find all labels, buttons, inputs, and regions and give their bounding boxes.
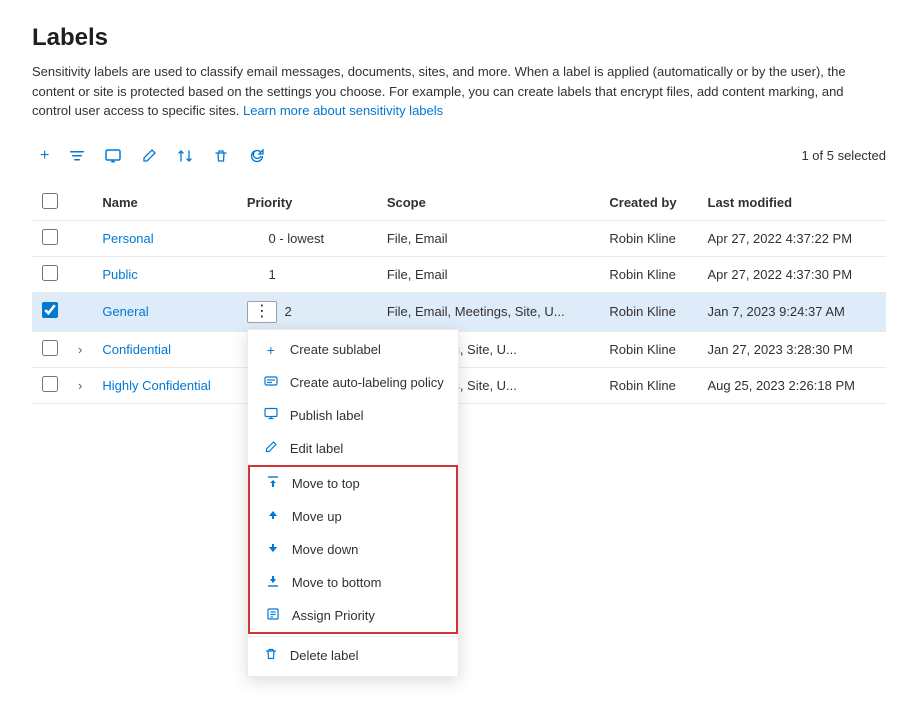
menu-label: Assign Priority: [292, 608, 375, 623]
monitor-icon: [262, 407, 280, 424]
last-modified-value: Apr 27, 2022 4:37:30 PM: [698, 256, 886, 292]
move-down-item[interactable]: Move down: [250, 533, 456, 566]
row-checkbox[interactable]: [42, 265, 58, 281]
create-sublabel-item[interactable]: + Create sublabel: [248, 334, 458, 366]
menu-label: Move up: [292, 509, 342, 524]
table-row: Public 1 File, Email Robin Kline Apr 27,…: [32, 256, 886, 292]
last-modified-value: Apr 27, 2022 4:37:22 PM: [698, 220, 886, 256]
learn-more-link[interactable]: Learn more about sensitivity labels: [243, 103, 443, 118]
labels-table: Name Priority Scope Created by Last modi…: [32, 185, 886, 404]
menu-label: Edit label: [290, 441, 343, 456]
label-name-link[interactable]: Highly Confidential: [102, 378, 210, 393]
header-created-by: Created by: [599, 185, 697, 221]
menu-label: Publish label: [290, 408, 364, 423]
label-name-link[interactable]: Personal: [102, 231, 153, 246]
last-modified-value: Jan 7, 2023 9:24:37 AM: [698, 292, 886, 331]
assign-priority-icon: [264, 607, 282, 624]
table-row: General ⋮ + Create sublabel: [32, 292, 886, 331]
context-menu-wrapper: ⋮ + Create sublabel Create auto-labeling: [247, 301, 277, 323]
header-last-modified: Last modified: [698, 185, 886, 221]
menu-label: Create sublabel: [290, 342, 381, 357]
create-auto-labeling-item[interactable]: Create auto-labeling policy: [248, 366, 458, 399]
edit-icon: [262, 440, 280, 457]
header-name: Name: [92, 185, 237, 221]
monitor-button[interactable]: [97, 142, 129, 170]
priority-value: 2: [284, 304, 291, 319]
move-bottom-icon: [264, 574, 282, 591]
row-context-menu-button[interactable]: ⋮: [247, 301, 277, 323]
row-checkbox[interactable]: [42, 376, 58, 392]
edit-label-item[interactable]: Edit label: [248, 432, 458, 465]
delete-button[interactable]: [205, 142, 237, 170]
last-modified-value: Jan 27, 2023 3:28:30 PM: [698, 331, 886, 367]
scope-value: File, Email: [377, 256, 600, 292]
scope-value: File, Email: [377, 220, 600, 256]
label-name-link[interactable]: Public: [102, 267, 137, 282]
header-expand: [68, 185, 92, 221]
row-checkbox[interactable]: [42, 302, 58, 318]
scope-value: File, Email, Meetings, Site, U...: [377, 292, 600, 331]
refresh-button[interactable]: [241, 142, 273, 170]
assign-priority-item[interactable]: Assign Priority: [250, 599, 456, 632]
page-title: Labels: [32, 24, 886, 52]
row-checkbox[interactable]: [42, 340, 58, 356]
delete-icon: [262, 647, 280, 664]
priority-value: 1: [268, 267, 275, 282]
menu-label: Move to bottom: [292, 575, 382, 590]
move-top-icon: [264, 475, 282, 492]
auto-label-icon: [262, 374, 280, 391]
table-header: Name Priority Scope Created by Last modi…: [32, 185, 886, 221]
toolbar: + 1 of 5 selected: [32, 137, 886, 175]
select-all-header: [32, 185, 68, 221]
created-by-value: Robin Kline: [599, 256, 697, 292]
menu-label: Move to top: [292, 476, 360, 491]
table-row: › Confidential ail, Meetings, Site, U...…: [32, 331, 886, 367]
publish-label-item[interactable]: Publish label: [248, 399, 458, 432]
created-by-value: Robin Kline: [599, 292, 697, 331]
select-all-checkbox[interactable]: [42, 193, 58, 209]
move-up-icon: [264, 508, 282, 525]
expand-icon[interactable]: ›: [78, 342, 82, 357]
context-menu: + Create sublabel Create auto-labeling p…: [247, 329, 459, 677]
label-name-link[interactable]: General: [102, 304, 148, 319]
menu-label: Delete label: [290, 648, 359, 663]
created-by-value: Robin Kline: [599, 367, 697, 403]
move-to-top-item[interactable]: Move to top: [250, 467, 456, 500]
header-scope: Scope: [377, 185, 600, 221]
table-row: › Highly Confidential ail, Meetings, Sit…: [32, 367, 886, 403]
move-to-bottom-item[interactable]: Move to bottom: [250, 566, 456, 599]
filter-button[interactable]: [61, 142, 93, 170]
edit-button[interactable]: [133, 142, 165, 170]
delete-label-item[interactable]: Delete label: [248, 639, 458, 672]
label-name-link[interactable]: Confidential: [102, 342, 171, 357]
menu-divider: [248, 636, 458, 637]
priority-value: 0 - lowest: [268, 231, 324, 246]
sort-button[interactable]: [169, 142, 201, 170]
priority-move-section: Move to top Move up: [248, 465, 458, 634]
plus-icon: +: [262, 342, 280, 358]
move-down-icon: [264, 541, 282, 558]
header-priority: Priority: [237, 185, 377, 221]
page-description: Sensitivity labels are used to classify …: [32, 62, 886, 121]
expand-icon[interactable]: ›: [78, 378, 82, 393]
created-by-value: Robin Kline: [599, 331, 697, 367]
add-button[interactable]: +: [32, 141, 57, 171]
move-up-item[interactable]: Move up: [250, 500, 456, 533]
selection-count: 1 of 5 selected: [801, 148, 886, 163]
table-row: Personal 0 - lowest File, Email Robin Kl…: [32, 220, 886, 256]
created-by-value: Robin Kline: [599, 220, 697, 256]
menu-label: Move down: [292, 542, 358, 557]
last-modified-value: Aug 25, 2023 2:26:18 PM: [698, 367, 886, 403]
row-checkbox[interactable]: [42, 229, 58, 245]
menu-label: Create auto-labeling policy: [290, 375, 444, 390]
